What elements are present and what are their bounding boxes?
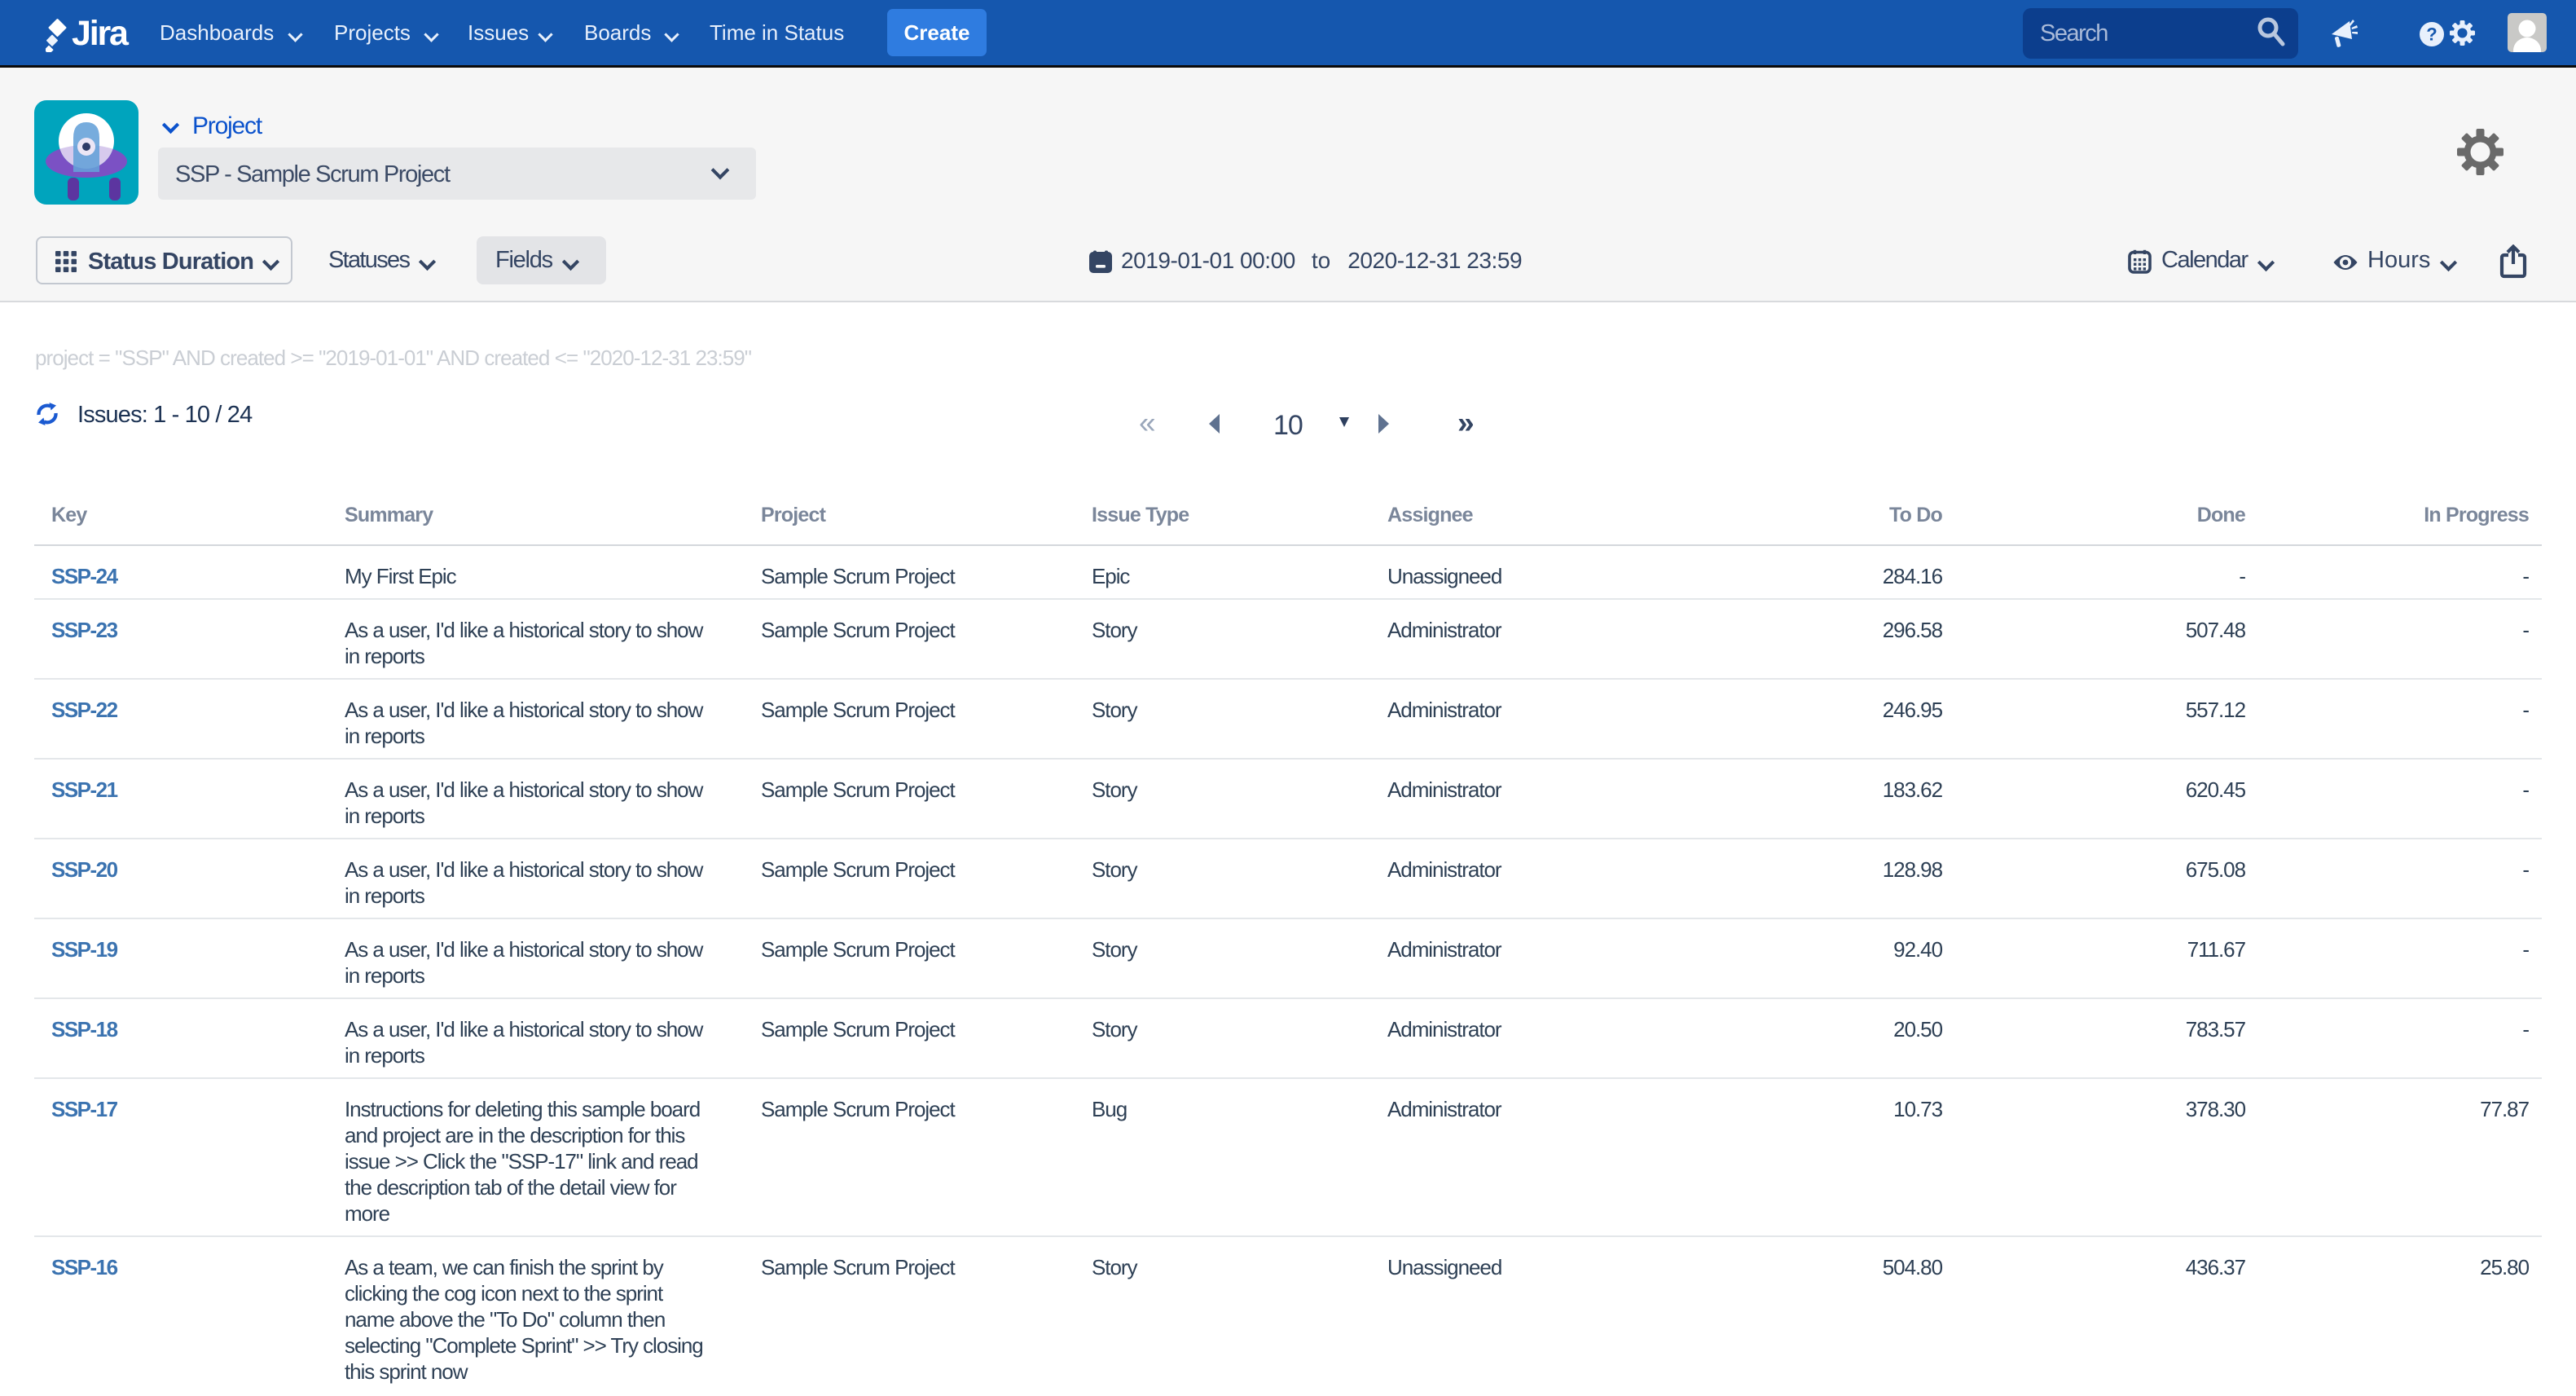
svg-text:?: ? [2426,24,2437,45]
